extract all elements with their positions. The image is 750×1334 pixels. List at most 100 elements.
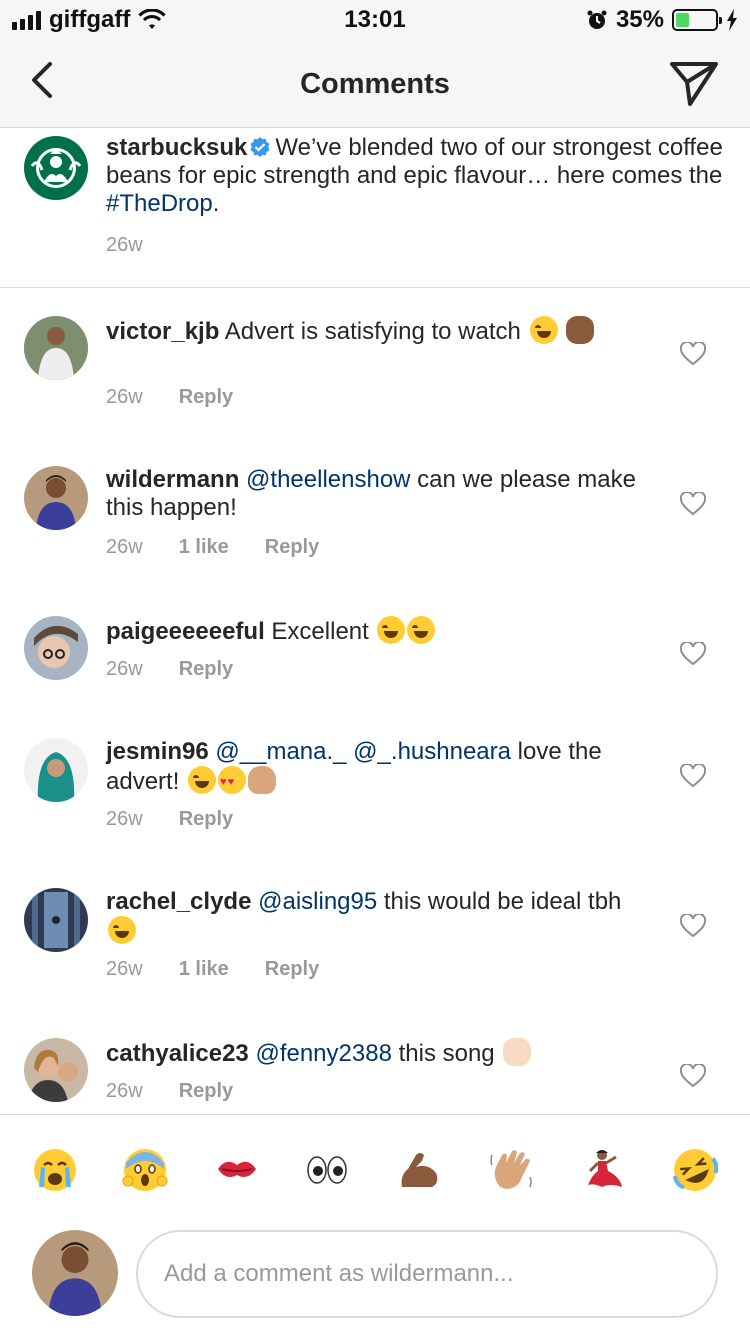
- comment-body: Excellent: [271, 618, 369, 645]
- post-caption: starbucksuk We’ve blended two of our stro…: [0, 128, 750, 288]
- battery-fill: [676, 13, 690, 27]
- avatar-photo: [24, 466, 88, 530]
- alarm-icon: [587, 10, 607, 29]
- heart-icon[interactable]: [680, 764, 706, 788]
- comment-item: wildermann @theellenshow can we please m…: [0, 440, 750, 590]
- avatar-photo: [24, 1038, 88, 1102]
- likes-count[interactable]: 1 like: [179, 958, 229, 981]
- heart-eyes-emoji: [218, 766, 247, 796]
- comment-input[interactable]: [136, 1230, 718, 1318]
- verified-badge-icon: [250, 137, 270, 157]
- avatar[interactable]: [24, 1038, 88, 1102]
- avatar-photo: [24, 888, 88, 952]
- avatar[interactable]: [24, 316, 88, 380]
- ok-hand-emoji: [248, 766, 277, 794]
- clapping-hands-emoji: [566, 316, 595, 344]
- avatar-photo: [24, 738, 88, 802]
- comment-body: this would be ideal tbh: [383, 888, 622, 915]
- comment-item: cathyalice23 @fenny2388 this song 26w Re…: [0, 1012, 750, 1114]
- starbucks-logo[interactable]: [24, 136, 88, 200]
- comment-meta: 26w 1 like Reply: [106, 536, 319, 559]
- avatar[interactable]: [24, 616, 88, 680]
- comment-meta: 26w Reply: [106, 658, 233, 681]
- comment-mention[interactable]: @aisling95: [258, 888, 377, 915]
- caption-hashtag[interactable]: #TheDrop: [106, 190, 213, 217]
- heart-icon[interactable]: [680, 642, 706, 666]
- laughing-tears-emoji: [529, 316, 558, 344]
- caption-text: starbucksuk We’ve blended two of our stro…: [106, 134, 726, 218]
- dancer-emoji-button[interactable]: [580, 1147, 626, 1193]
- caption-age: 26w: [106, 234, 143, 256]
- avatar[interactable]: [24, 466, 88, 530]
- heart-icon[interactable]: [680, 492, 706, 516]
- likes-count[interactable]: 1 like: [179, 536, 229, 559]
- comment-username[interactable]: paigeeeeeeful: [106, 618, 265, 645]
- comment-age: 26w: [106, 536, 143, 558]
- kiss-mark-emoji-button[interactable]: [214, 1147, 260, 1193]
- caption-username[interactable]: starbucksuk: [106, 134, 247, 161]
- comment-meta: 26w 1 like Reply: [106, 958, 319, 981]
- screaming-face-emoji-button[interactable]: [122, 1147, 168, 1193]
- crying-face-emoji-button[interactable]: [32, 1147, 78, 1193]
- siren-logo-icon: [25, 137, 87, 199]
- comment-username[interactable]: jesmin96: [106, 738, 209, 765]
- heart-icon[interactable]: [680, 342, 706, 366]
- comment-item: rachel_clyde @aisling95 this would be id…: [0, 862, 750, 1012]
- reply-button[interactable]: Reply: [179, 808, 233, 831]
- heart-icon[interactable]: [680, 1064, 706, 1088]
- comment-text: rachel_clyde @aisling95 this would be id…: [106, 888, 636, 946]
- reply-button[interactable]: Reply: [179, 386, 233, 409]
- status-right: 35%: [586, 6, 738, 34]
- comment-age: 26w: [106, 958, 143, 980]
- comment-age: 26w: [106, 808, 143, 830]
- comment-username[interactable]: rachel_clyde: [106, 888, 251, 915]
- flexed-biceps-emoji-button[interactable]: [396, 1147, 442, 1193]
- comment-item: jesmin96 @__mana._ @_.hushneara love the…: [0, 712, 750, 862]
- eyes-emoji-button[interactable]: [304, 1147, 350, 1193]
- comment-mention[interactable]: @theellenshow: [246, 466, 410, 493]
- rolling-laughing-emoji-button[interactable]: [672, 1147, 718, 1193]
- avatar-photo: [32, 1230, 118, 1316]
- waving-hand-emoji-button[interactable]: [488, 1147, 534, 1193]
- send-direct-icon[interactable]: [668, 58, 720, 108]
- comment-meta: 26w Reply: [106, 386, 233, 409]
- laughing-tears-emoji: [188, 766, 217, 794]
- battery-percent: 35%: [615, 6, 664, 33]
- comment-username[interactable]: cathyalice23: [106, 1040, 249, 1067]
- emoji-quick-bar: [0, 1114, 750, 1220]
- battery-icon: [672, 9, 722, 31]
- avatar-photo: [24, 316, 88, 380]
- comment-body: this song: [398, 1040, 495, 1067]
- comment-mention[interactable]: @fenny2388: [255, 1040, 391, 1067]
- page-title: Comments: [300, 68, 450, 100]
- comment-item: victor_kjb Advert is satisfying to watch…: [0, 290, 750, 440]
- laughing-tears-emoji: [108, 916, 136, 944]
- current-user-avatar[interactable]: [32, 1230, 118, 1316]
- reply-button[interactable]: Reply: [179, 658, 233, 681]
- comment-composer: [0, 1220, 750, 1334]
- comment-body: Advert is satisfying to watch: [224, 318, 521, 345]
- reply-button[interactable]: Reply: [265, 958, 319, 981]
- avatar[interactable]: [24, 738, 88, 802]
- comment-text: jesmin96 @__mana._ @_.hushneara love the…: [106, 738, 636, 796]
- avatar[interactable]: [24, 888, 88, 952]
- reply-button[interactable]: Reply: [265, 536, 319, 559]
- status-bar: giffgaff 13:01 35%: [0, 0, 750, 40]
- laughing-tears-emoji: [377, 616, 406, 644]
- caption-meta: 26w: [106, 234, 143, 257]
- comment-meta: 26w Reply: [106, 1080, 233, 1103]
- comment-text: victor_kjb Advert is satisfying to watch: [106, 316, 636, 346]
- raising-hands-emoji: [503, 1038, 532, 1066]
- heart-icon[interactable]: [680, 914, 706, 938]
- comment-mention[interactable]: @__mana._ @_.hushneara: [215, 738, 511, 765]
- laughing-tears-emoji: [407, 616, 436, 644]
- reply-button[interactable]: Reply: [179, 1080, 233, 1103]
- comment-meta: 26w Reply: [106, 808, 233, 831]
- comment-age: 26w: [106, 386, 143, 408]
- comment-username[interactable]: victor_kjb: [106, 318, 219, 345]
- comment-age: 26w: [106, 1080, 143, 1102]
- comment-text: paigeeeeeeful Excellent: [106, 616, 636, 646]
- comment-username[interactable]: wildermann: [106, 466, 239, 493]
- comment-text: wildermann @theellenshow can we please m…: [106, 466, 636, 522]
- comment-age: 26w: [106, 658, 143, 680]
